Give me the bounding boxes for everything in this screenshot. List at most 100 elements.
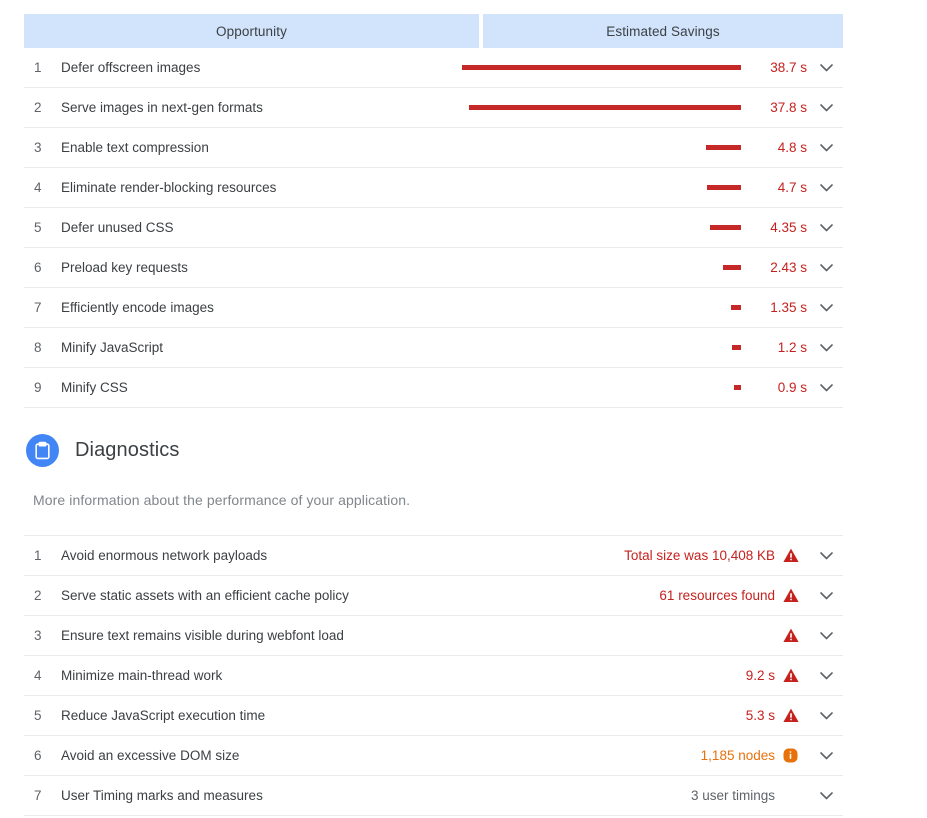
- table-row[interactable]: 2 Serve images in next-gen formats 37.8 s: [24, 88, 843, 128]
- chevron-down-icon[interactable]: [809, 343, 843, 352]
- savings-bar-track: [457, 225, 747, 230]
- estimated-savings-value: 1.2 s: [777, 340, 807, 355]
- opportunity-rank: 6: [34, 260, 42, 275]
- chevron-down-icon[interactable]: [809, 263, 843, 272]
- chevron-down-icon[interactable]: [809, 143, 843, 152]
- diagnostic-value: 9.2 s: [745, 668, 775, 683]
- savings-bar: [469, 105, 741, 110]
- table-row[interactable]: 7 Efficiently encode images 1.35 s: [24, 288, 843, 328]
- chevron-down-icon[interactable]: [809, 551, 843, 560]
- savings-bar: [710, 225, 741, 230]
- savings-bar: [731, 305, 741, 310]
- column-header-estimated-savings: Estimated Savings: [483, 14, 843, 48]
- opportunity-rank: 3: [34, 140, 42, 155]
- opportunity-rank: 4: [34, 180, 42, 195]
- savings-bar-track: [457, 65, 747, 70]
- warning-triangle-icon: [783, 588, 809, 603]
- chevron-down-icon[interactable]: [809, 183, 843, 192]
- estimated-savings-value: 2.43 s: [770, 260, 807, 275]
- chevron-down-icon[interactable]: [809, 631, 843, 640]
- savings-bar-track: [457, 105, 747, 110]
- table-row[interactable]: 6 Avoid an excessive DOM size 1,185 nodes: [24, 736, 843, 776]
- savings-bar-track: [457, 345, 747, 350]
- chevron-down-icon[interactable]: [809, 103, 843, 112]
- savings-bar-track: [457, 385, 747, 390]
- savings-bar: [706, 145, 741, 150]
- diagnostic-value: 61 resources found: [659, 588, 775, 603]
- opportunity-title: Eliminate render-blocking resources: [61, 180, 277, 195]
- diagnostic-title: Serve static assets with an efficient ca…: [61, 588, 349, 603]
- opportunity-rank: 9: [34, 380, 42, 395]
- chevron-down-icon[interactable]: [809, 383, 843, 392]
- table-row[interactable]: 4 Minimize main-thread work 9.2 s: [24, 656, 843, 696]
- chevron-down-icon[interactable]: [809, 791, 843, 800]
- opportunity-title: Efficiently encode images: [61, 300, 214, 315]
- diagnostic-rank: 3: [34, 628, 42, 643]
- savings-bar: [734, 385, 741, 390]
- diagnostic-title: Minimize main-thread work: [61, 668, 223, 683]
- chevron-down-icon[interactable]: [809, 303, 843, 312]
- savings-bar: [462, 65, 741, 70]
- diagnostics-description: More information about the performance o…: [33, 492, 411, 508]
- warning-triangle-icon: [783, 708, 809, 723]
- table-row[interactable]: 8 Minify JavaScript 1.2 s: [24, 328, 843, 368]
- lighthouse-performance-report: Opportunity Estimated Savings 1 Defer off…: [0, 0, 927, 818]
- warning-triangle-icon: [783, 668, 809, 683]
- diagnostic-value: 1,185 nodes: [700, 748, 775, 763]
- opportunities-table-header: Opportunity Estimated Savings: [24, 14, 843, 48]
- table-row[interactable]: 9 Minify CSS 0.9 s: [24, 368, 843, 408]
- diagnostic-value: 3 user timings: [690, 788, 775, 803]
- diagnostic-value: 5.3 s: [745, 708, 775, 723]
- diagnostic-rank: 1: [34, 548, 42, 563]
- savings-bar-track: [457, 265, 747, 270]
- diagnostics-header: Diagnostics: [26, 434, 179, 467]
- opportunities-table: Opportunity Estimated Savings 1 Defer off…: [24, 14, 843, 408]
- estimated-savings-value: 4.35 s: [770, 220, 807, 235]
- table-row[interactable]: 1 Avoid enormous network payloads Total si…: [24, 535, 843, 576]
- warning-triangle-icon: [783, 628, 809, 643]
- savings-bar: [707, 185, 741, 190]
- opportunity-title: Defer offscreen images: [61, 60, 201, 75]
- opportunities-rows: 1 Defer offscreen images 38.7 s 2 Serve imag…: [24, 48, 843, 408]
- opportunity-title: Enable text compression: [61, 140, 209, 155]
- table-row[interactable]: 6 Preload key requests 2.43 s: [24, 248, 843, 288]
- opportunity-title: Preload key requests: [61, 260, 188, 275]
- table-row[interactable]: 5 Defer unused CSS 4.35 s: [24, 208, 843, 248]
- column-header-opportunity: Opportunity: [24, 14, 479, 48]
- chevron-down-icon[interactable]: [809, 63, 843, 72]
- table-row[interactable]: 4 Eliminate render-blocking resources 4.7 …: [24, 168, 843, 208]
- diagnostics-rows: 1 Avoid enormous network payloads Total si…: [24, 535, 843, 816]
- table-row[interactable]: 1 Defer offscreen images 38.7 s: [24, 48, 843, 88]
- table-row[interactable]: 7 User Timing marks and measures 3 user ti…: [24, 776, 843, 816]
- chevron-down-icon[interactable]: [809, 591, 843, 600]
- table-row[interactable]: 5 Reduce JavaScript execution time 5.3 s: [24, 696, 843, 736]
- savings-bar-track: [457, 305, 747, 310]
- diagnostics-title: Diagnostics: [75, 439, 180, 461]
- diagnostic-rank: 5: [34, 708, 42, 723]
- opportunity-rank: 2: [34, 100, 42, 115]
- diagnostic-title: User Timing marks and measures: [61, 788, 263, 803]
- chevron-down-icon[interactable]: [809, 711, 843, 720]
- savings-bar-track: [457, 145, 747, 150]
- diagnostic-rank: 6: [34, 748, 42, 763]
- table-row[interactable]: 2 Serve static assets with an efficient c…: [24, 576, 843, 616]
- diagnostic-title: Avoid enormous network payloads: [61, 548, 268, 563]
- opportunity-title: Serve images in next-gen formats: [61, 100, 263, 115]
- estimated-savings-value: 1.35 s: [770, 300, 807, 315]
- warning-square-icon: [783, 748, 809, 763]
- chevron-down-icon[interactable]: [809, 751, 843, 760]
- opportunity-rank: 5: [34, 220, 42, 235]
- savings-bar: [723, 265, 741, 270]
- chevron-down-icon[interactable]: [809, 223, 843, 232]
- table-row[interactable]: 3 Ensure text remains visible during webf…: [24, 616, 843, 656]
- opportunity-title: Defer unused CSS: [61, 220, 174, 235]
- diagnostic-rank: 2: [34, 588, 42, 603]
- diagnostic-title: Avoid an excessive DOM size: [61, 748, 240, 763]
- table-row[interactable]: 3 Enable text compression 4.8 s: [24, 128, 843, 168]
- chevron-down-icon[interactable]: [809, 671, 843, 680]
- diagnostic-title: Reduce JavaScript execution time: [61, 708, 266, 723]
- diagnostic-value: Total size was 10,408 KB: [624, 548, 775, 563]
- estimated-savings-value: 37.8 s: [770, 100, 807, 115]
- savings-bar-track: [457, 185, 747, 190]
- warning-triangle-icon: [783, 548, 809, 563]
